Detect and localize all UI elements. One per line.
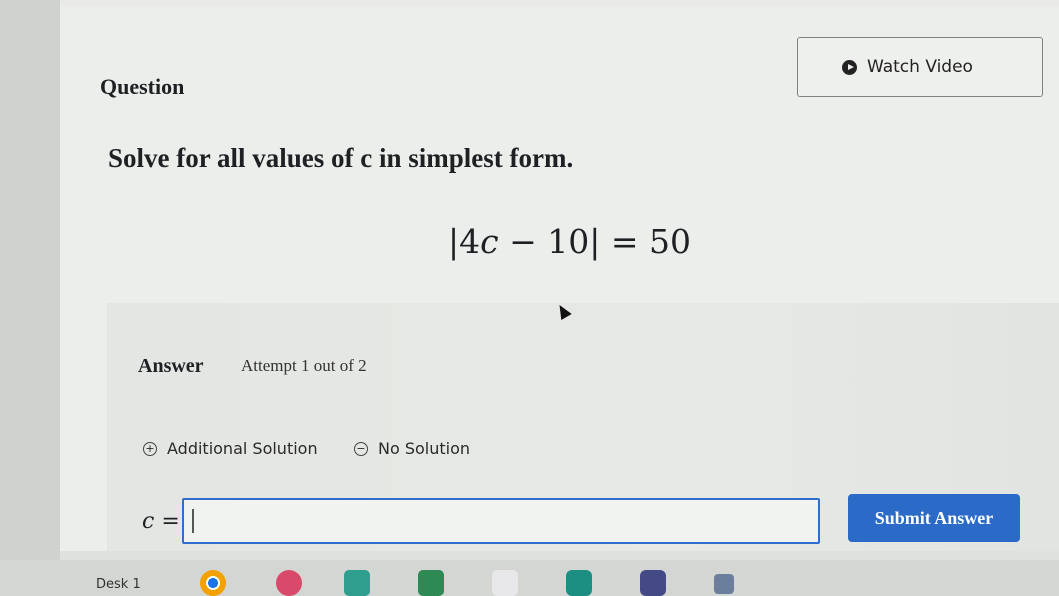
answer-input[interactable] bbox=[182, 498, 820, 544]
equation-rest: − 10 bbox=[498, 222, 590, 261]
question-heading: Question bbox=[100, 74, 185, 99]
watch-video-label: Watch Video bbox=[867, 57, 973, 77]
watch-video-button[interactable]: Watch Video bbox=[797, 37, 1043, 97]
taskbar bbox=[0, 560, 1059, 596]
taskbar-app-icon[interactable] bbox=[492, 570, 518, 596]
screen: Question Watch Video Solve for all value… bbox=[0, 0, 1059, 560]
taskbar-app-icon[interactable] bbox=[344, 570, 370, 596]
equation-var: c bbox=[480, 222, 499, 261]
answer-heading: Answer bbox=[138, 355, 204, 377]
answer-prefix-var: c bbox=[142, 509, 155, 534]
taskbar-app-icon[interactable] bbox=[640, 570, 666, 596]
plus-circle-icon: + bbox=[143, 441, 157, 456]
equation-open-bar: | bbox=[448, 222, 460, 261]
equation-rhs: = 50 bbox=[600, 222, 691, 261]
chrome-icon[interactable] bbox=[200, 570, 226, 596]
answer-input-prefix: c = bbox=[142, 509, 180, 534]
minus-circle-icon: − bbox=[354, 441, 368, 456]
play-circle-icon bbox=[842, 59, 857, 75]
equation-coef: 4 bbox=[459, 222, 481, 261]
no-solution-label: No Solution bbox=[378, 439, 471, 458]
taskbar-app-icon[interactable] bbox=[714, 574, 734, 594]
additional-solution-button[interactable]: + Additional Solution bbox=[143, 439, 318, 458]
no-solution-button[interactable]: − No Solution bbox=[354, 439, 470, 458]
submit-answer-button[interactable]: Submit Answer bbox=[848, 494, 1020, 542]
text-caret bbox=[192, 509, 194, 533]
equation-close-bar: | bbox=[589, 222, 601, 261]
video-app-icon[interactable] bbox=[566, 570, 592, 596]
equation: |4c − 10| = 50 bbox=[448, 222, 691, 261]
desk-label: Desk 1 bbox=[96, 577, 141, 592]
additional-solution-label: Additional Solution bbox=[167, 439, 318, 458]
taskbar-app-icon[interactable] bbox=[418, 570, 444, 596]
attempt-counter: Attempt 1 out of 2 bbox=[241, 356, 367, 375]
taskbar-app-icon[interactable] bbox=[276, 570, 302, 596]
question-prompt: Solve for all values of c in simplest fo… bbox=[108, 143, 574, 173]
answer-prefix-eq: = bbox=[154, 509, 180, 534]
left-gutter bbox=[0, 0, 60, 560]
